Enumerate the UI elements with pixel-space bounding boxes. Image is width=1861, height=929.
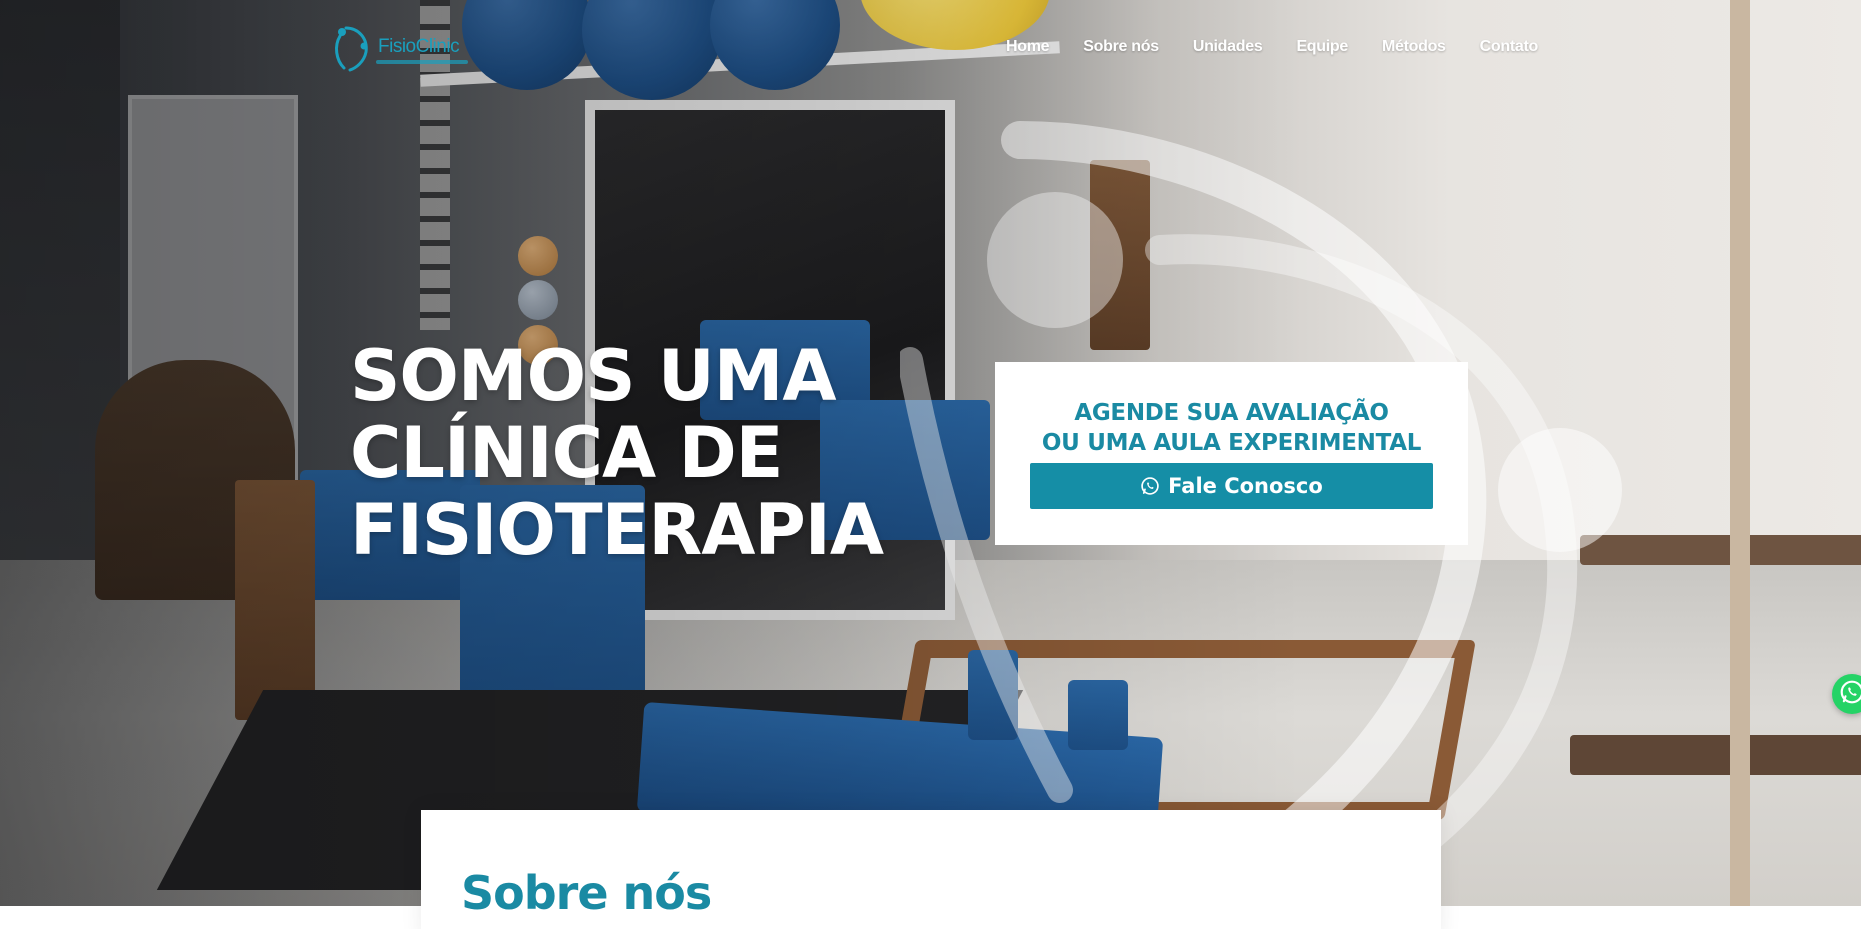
logo-figure-icon <box>335 26 368 72</box>
nav-item-metodos[interactable]: Métodos <box>1382 38 1446 60</box>
hero-title-line: FISIOTERAPIA <box>350 489 884 571</box>
nav-item-sobre-nos[interactable]: Sobre nós <box>1083 38 1159 60</box>
hero-title: SOMOS UMA CLÍNICA DE FISIOTERAPIA <box>350 338 970 569</box>
fale-conosco-button[interactable]: Fale Conosco <box>1030 463 1433 509</box>
cta-card: AGENDE SUA AVALIAÇÃO OU UMA AULA EXPERIM… <box>995 362 1468 545</box>
about-section: Sobre nós <box>421 810 1441 929</box>
nav-item-equipe[interactable]: Equipe <box>1296 38 1348 60</box>
whatsapp-icon <box>1140 476 1160 496</box>
brand-logo[interactable]: FisioClinic <box>326 22 476 72</box>
hero-title-line: SOMOS UMA <box>350 335 837 417</box>
cta-heading-line: AGENDE SUA AVALIAÇÃO <box>1074 400 1389 426</box>
main-nav: Home Sobre nós Unidades Equipe Métodos C… <box>1006 38 1572 60</box>
hero-title-line: CLÍNICA DE <box>350 412 784 494</box>
cta-heading-line: OU UMA AULA EXPERIMENTAL <box>1041 430 1422 456</box>
nav-item-contato[interactable]: Contato <box>1480 38 1539 60</box>
nav-item-home[interactable]: Home <box>1006 38 1050 60</box>
fale-conosco-label: Fale Conosco <box>1168 474 1323 498</box>
about-title: Sobre nós <box>461 866 712 920</box>
whatsapp-icon <box>1839 679 1861 709</box>
nav-item-unidades[interactable]: Unidades <box>1193 38 1263 60</box>
logo-text: FisioClinic <box>378 36 460 57</box>
page: FisioClinic Home Sobre nós Unidades Equi… <box>0 0 1861 929</box>
